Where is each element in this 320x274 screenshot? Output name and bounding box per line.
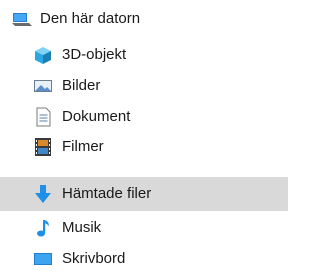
tree-item-3d-objects[interactable]: 3D-objekt — [0, 40, 288, 70]
tree-item-pictures[interactable]: Bilder — [0, 71, 288, 101]
tree-item-label: 3D-objekt — [62, 46, 127, 63]
tree-item-label: Den här datorn — [40, 10, 141, 27]
music-note-icon — [32, 217, 54, 239]
tree-item-label: Bilder — [62, 77, 101, 94]
desktop-icon — [32, 248, 54, 270]
computer-icon — [12, 8, 34, 30]
tree-item-label: Hämtade filer — [62, 185, 152, 202]
tree-item-music[interactable]: Musik — [0, 213, 288, 243]
tree-item-label: Filmer — [62, 138, 104, 155]
tree-item-downloads[interactable]: Hämtade filer — [0, 177, 288, 211]
download-arrow-icon — [32, 183, 54, 205]
cube-3d-icon — [32, 44, 54, 66]
tree-item-videos[interactable]: Filmer — [0, 132, 288, 162]
tree-item-this-pc[interactable]: Den här datorn — [0, 4, 288, 34]
pictures-icon — [32, 75, 54, 97]
document-icon — [32, 106, 54, 128]
navigation-tree: Den här datorn 3D-objekt Bilder Dokument… — [0, 0, 288, 270]
film-icon — [32, 136, 54, 158]
tree-item-label: Musik — [62, 219, 102, 236]
tree-item-label: Dokument — [62, 108, 131, 125]
tree-item-documents[interactable]: Dokument — [0, 102, 288, 132]
